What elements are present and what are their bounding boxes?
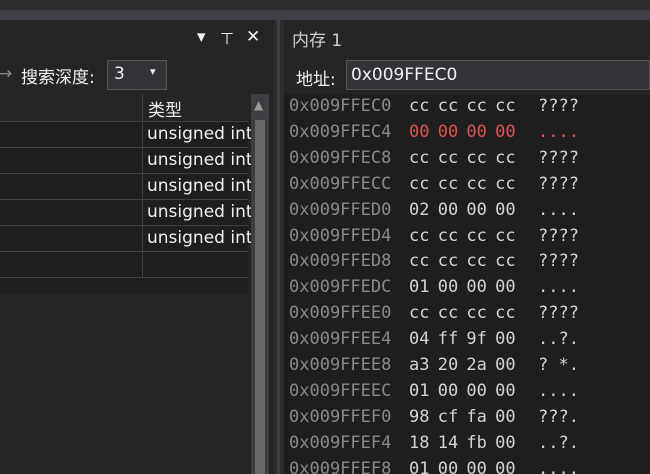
memory-bytes: cc cc cc cc — [409, 251, 516, 272]
column-separator — [142, 148, 143, 174]
memory-ascii: ..?. — [538, 432, 579, 453]
memory-bytes: cc cc cc cc — [409, 225, 516, 246]
memory-ascii: ???? — [538, 96, 579, 116]
watch-panel-header: ▾ ⊥ ✕ — [0, 20, 274, 54]
memory-address: 0x009FFEE0 — [289, 303, 392, 324]
watch-panel: ▾ ⊥ ✕ → 搜索深度: 3 ▾ 类型 unsigned int unsigne… — [0, 20, 274, 474]
memory-bytes: 04 ff 9f 00 — [409, 329, 516, 350]
memory-view[interactable]: 0x009FFEC0 cc cc cc cc???? 0x009FFEC4 00 00… — [284, 94, 650, 474]
type-cell: unsigned int — [147, 150, 253, 170]
memory-address: 0x009FFEE8 — [289, 355, 392, 375]
chevron-down-icon[interactable]: ▾ — [150, 65, 156, 78]
memory-bytes: 01 00 00 00 — [409, 380, 516, 401]
table-row[interactable]: unsigned int — [0, 200, 253, 226]
memory-ascii: .... — [538, 121, 579, 142]
address-input[interactable] — [346, 60, 650, 90]
memory-address: 0x009FFED4 — [289, 225, 392, 246]
memory-ascii: .... — [538, 277, 579, 298]
splitter-line — [277, 20, 280, 474]
memory-bytes: 98 cf fa 00 — [409, 406, 516, 427]
scroll-up-icon[interactable]: ▲ — [254, 98, 263, 112]
memory-bytes: 18 14 fb 00 — [409, 432, 516, 453]
memory-bytes: 02 00 00 00 — [409, 199, 516, 220]
title-bar — [0, 0, 650, 20]
memory-address: 0x009FFEC4 — [289, 121, 392, 142]
close-icon[interactable]: ✕ — [246, 26, 260, 48]
memory-bytes: a3 20 2a 00 — [409, 355, 516, 375]
memory-bytes: cc cc cc cc — [409, 303, 516, 324]
type-cell: unsigned int — [147, 176, 253, 196]
memory-bytes: 01 00 00 00 — [409, 458, 516, 474]
memory-ascii: ???? — [538, 225, 579, 246]
memory-ascii: ???? — [538, 251, 579, 272]
table-row[interactable]: unsigned int — [0, 226, 253, 252]
memory-ascii: ???? — [538, 173, 579, 194]
memory-bytes: 01 00 00 00 — [409, 277, 516, 298]
memory-bytes: 00 00 00 00 — [409, 121, 516, 142]
watch-scrollbar[interactable]: ▲ — [251, 94, 269, 474]
column-separator — [142, 226, 143, 252]
search-arrow-icon[interactable]: → — [0, 64, 12, 84]
address-label: 地址: — [296, 70, 336, 90]
memory-address: 0x009FFED0 — [289, 199, 392, 220]
search-depth-value: 3 — [114, 64, 125, 84]
type-column-header[interactable]: 类型 — [148, 96, 182, 121]
watch-toolbar: → 搜索深度: 3 ▾ — [0, 54, 274, 94]
memory-address: 0x009FFEF0 — [289, 406, 392, 427]
memory-address: 0x009FFEF4 — [289, 432, 392, 453]
memory-address: 0x009FFEF8 — [289, 458, 392, 474]
memory-ascii: ???. — [538, 406, 579, 427]
table-row[interactable]: unsigned int — [0, 174, 253, 200]
memory-address: 0x009FFEDC — [289, 277, 392, 298]
table-row[interactable] — [0, 252, 248, 278]
memory-ascii: ..?. — [538, 329, 579, 350]
memory-address: 0x009FFEE4 — [289, 329, 392, 350]
memory-bytes: cc cc cc cc — [409, 96, 516, 116]
memory-ascii: .... — [538, 380, 579, 401]
memory-bytes: cc cc cc cc — [409, 147, 516, 168]
watch-empty-area — [0, 300, 248, 474]
memory-ascii: .... — [538, 199, 579, 220]
memory-address: 0x009FFECC — [289, 173, 392, 194]
column-separator — [142, 122, 143, 148]
column-separator[interactable] — [142, 94, 143, 122]
type-cell: unsigned int — [147, 228, 253, 248]
panel-splitter[interactable] — [274, 20, 284, 474]
window-menu-icon[interactable]: ▾ — [197, 26, 206, 48]
type-cell: unsigned int — [147, 124, 253, 144]
table-row[interactable]: unsigned int — [0, 122, 253, 148]
column-separator — [142, 200, 143, 226]
title-bar-strip — [0, 10, 650, 20]
memory-address: 0x009FFED8 — [289, 251, 392, 272]
memory-ascii: ? *. — [538, 355, 579, 375]
memory-panel: 内存 1 地址: 0x009FFEC0cc cc cc cc????0x009F… — [284, 20, 650, 474]
column-separator — [142, 252, 143, 278]
column-separator — [142, 174, 143, 200]
scrollbar-thumb[interactable] — [255, 120, 265, 474]
table-row[interactable]: unsigned int — [0, 148, 253, 174]
watch-grid: 类型 unsigned int unsigned int unsigned int u… — [0, 94, 253, 294]
memory-address: 0x009FFEC8 — [289, 147, 392, 168]
memory-ascii: ???? — [538, 303, 579, 324]
search-depth-label: 搜索深度: — [21, 68, 95, 88]
search-depth-select[interactable]: 3 ▾ — [107, 60, 167, 90]
memory-panel-title: 内存 1 — [292, 31, 343, 51]
memory-ascii: .... — [538, 458, 579, 474]
memory-address: 0x009FFEEC — [289, 380, 392, 401]
memory-ascii: ???? — [538, 147, 579, 168]
memory-bytes: cc cc cc cc — [409, 173, 516, 194]
memory-address: 0x009FFEC0 — [289, 96, 392, 116]
type-cell: unsigned int — [147, 202, 253, 222]
watch-grid-header: 类型 — [0, 94, 248, 122]
pin-icon[interactable]: ⊥ — [220, 27, 234, 49]
